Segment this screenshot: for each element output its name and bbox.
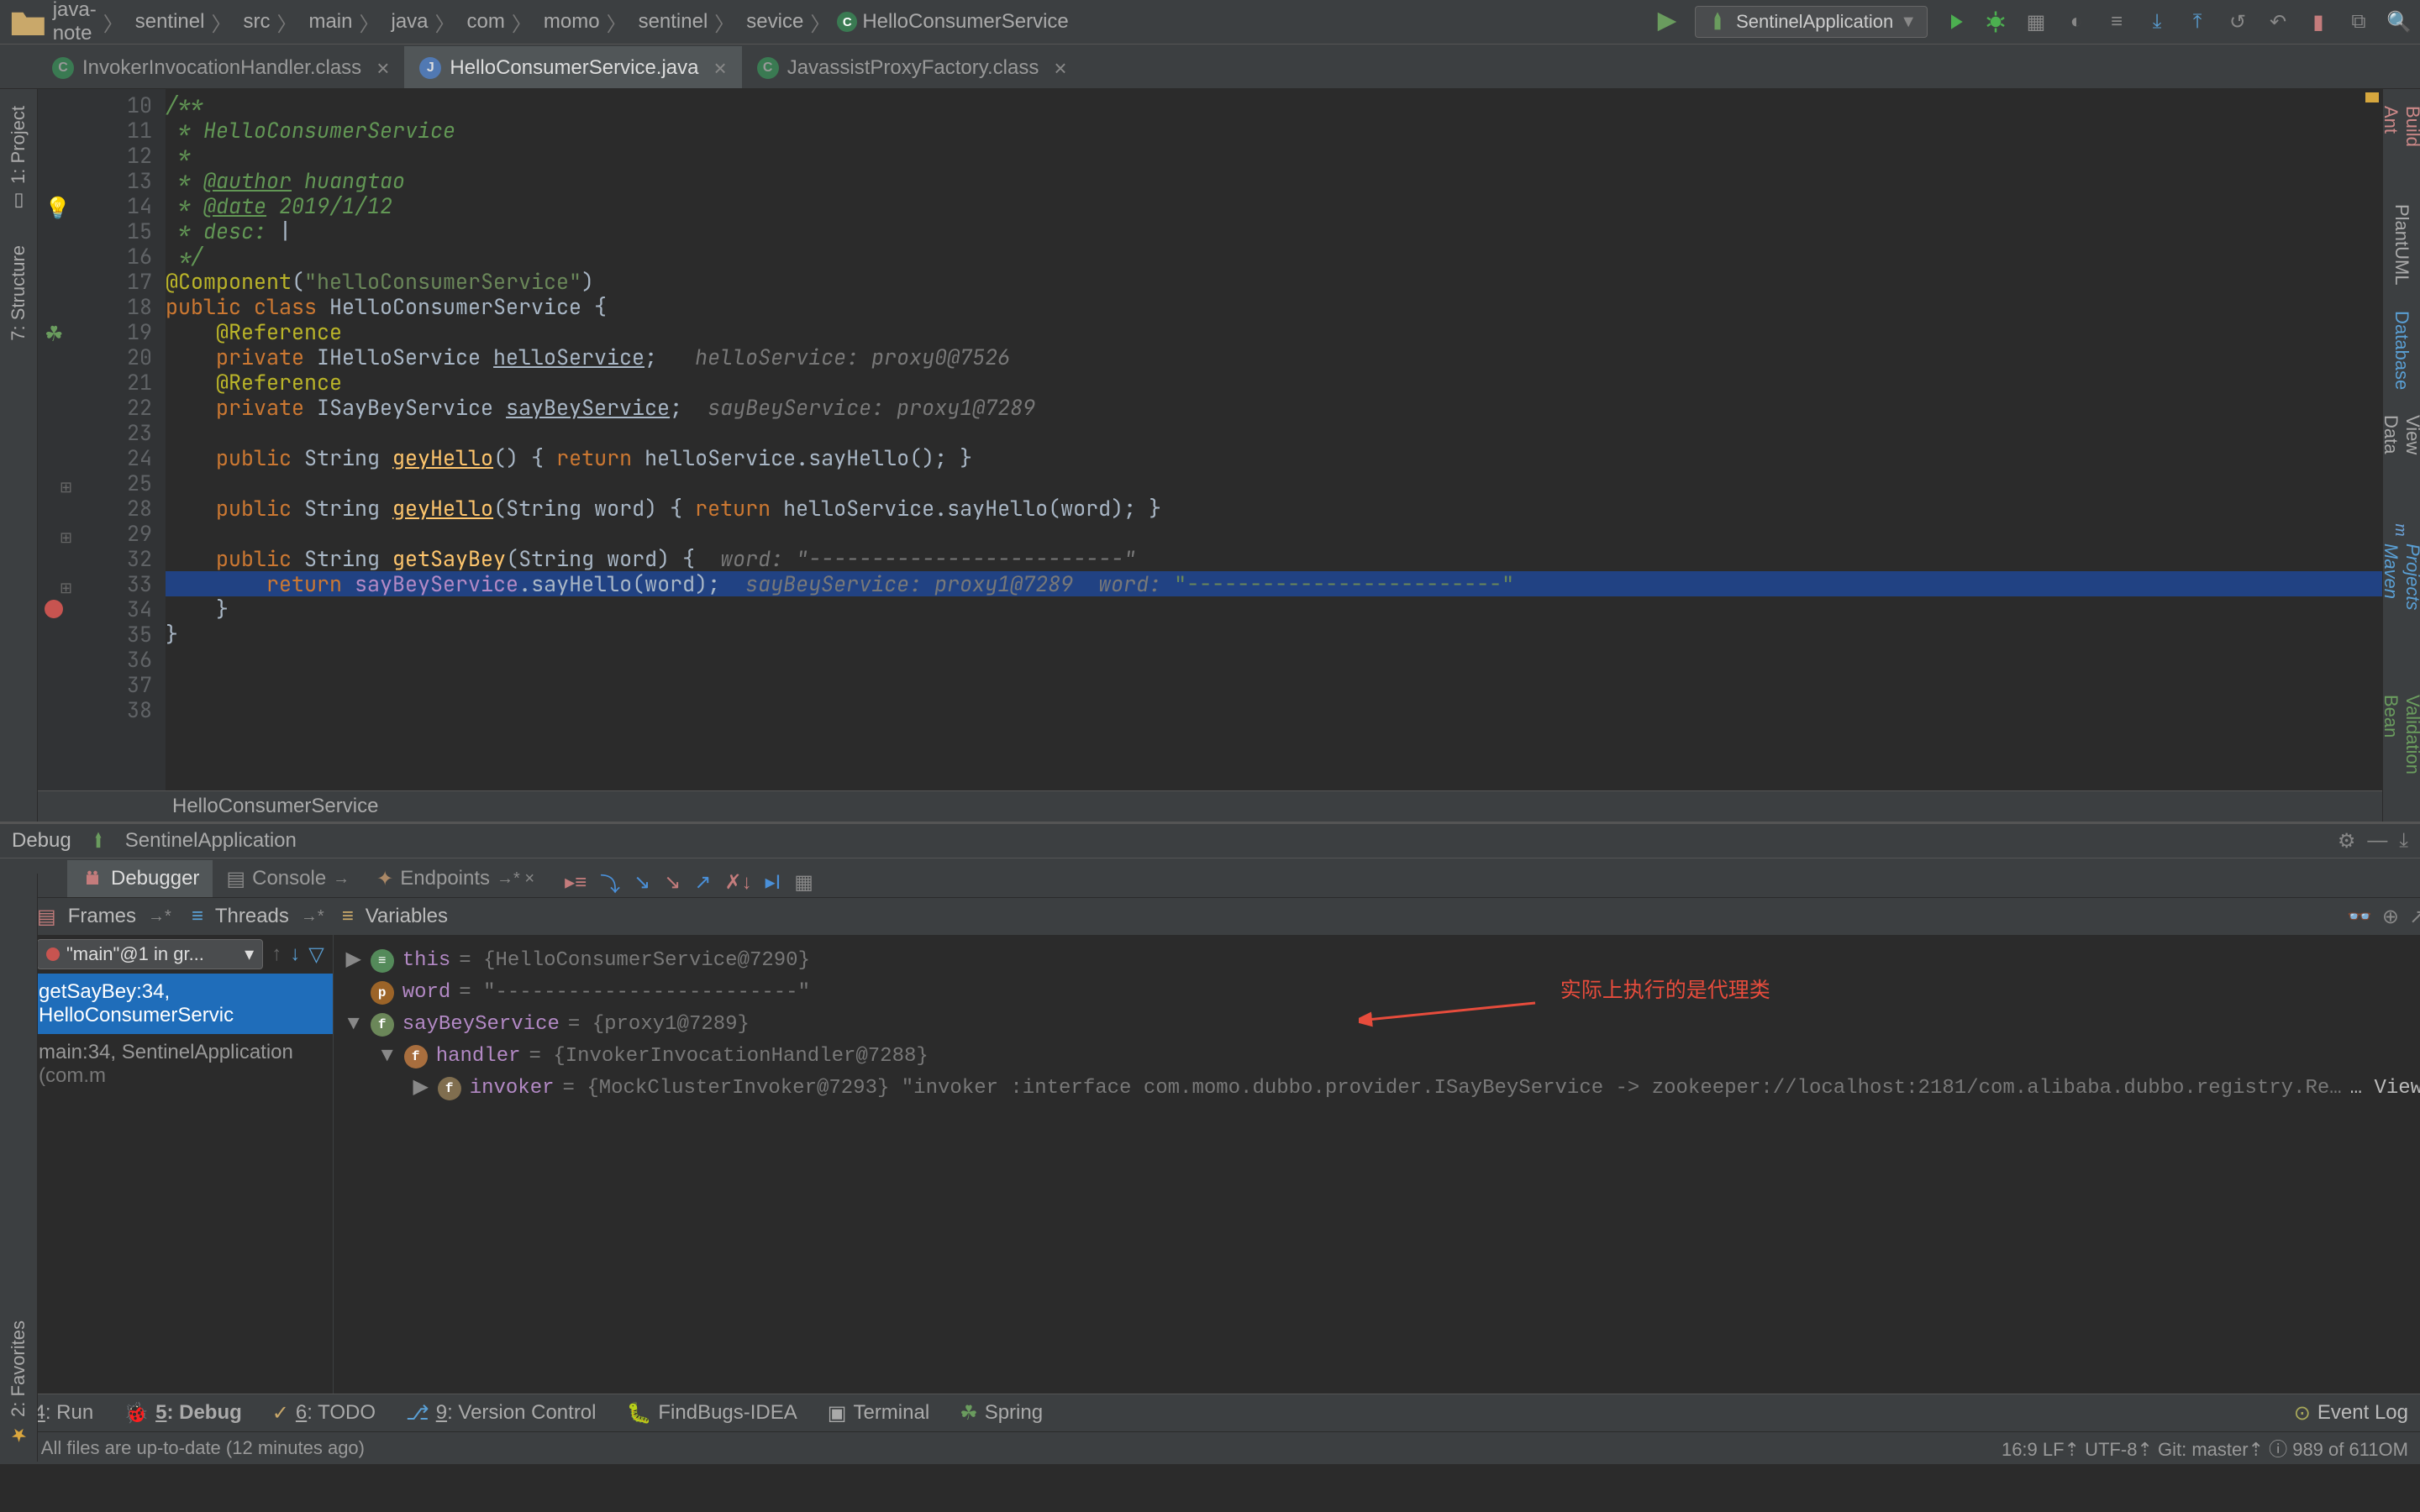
left-tool-strip: ▯ 1: Project 7: Structure	[0, 89, 38, 822]
breadcrumb-item[interactable]: sentinel	[130, 10, 205, 34]
threads-label[interactable]: Threads	[215, 905, 289, 928]
variable-row[interactable]: ▶f invoker = {MockClusterInvoker@7293} "…	[345, 1073, 2420, 1105]
stop-icon[interactable]: ≡	[2104, 9, 2129, 34]
step-into-icon[interactable]: ↘	[634, 870, 650, 895]
frames-panel: ▤Frames→* ≡Threads→* "main"@1 in gr... ▾…	[29, 898, 334, 1394]
editor-tabs: CInvokerInvocationHandler.class×JHelloCo…	[0, 45, 2420, 89]
navigation-bar: java-note〉sentinel〉src〉main〉java〉com〉mom…	[0, 0, 2420, 45]
tab-debugger[interactable]: Debugger	[67, 860, 213, 897]
breadcrumb-item[interactable]: momo	[539, 10, 600, 34]
run-to-cursor-icon[interactable]: ▸I	[765, 870, 781, 895]
run-icon[interactable]	[1943, 9, 1968, 34]
close-icon[interactable]: ×	[714, 55, 727, 81]
bottom-tool-button[interactable]: ▣Terminal	[828, 1401, 929, 1425]
search-icon[interactable]: 🔍	[2386, 9, 2412, 34]
bottom-tool-bar: ▶4: Run🐞5: Debug✓6: TODO⎇9: Version Cont…	[0, 1394, 2420, 1431]
ant-build-tool[interactable]: Ant Build	[2380, 106, 2420, 179]
debug-config-label: SentinelApplication	[125, 829, 297, 853]
bottom-tool-button[interactable]: 🐛FindBugs-IDEA	[626, 1401, 797, 1425]
prev-frame-icon[interactable]: ↑	[271, 942, 281, 966]
structure-tool[interactable]: 7: Structure	[8, 245, 29, 341]
debug-tabs: ↻ Debugger ▤Console→ ✦Endpoints→* × ▸≡ ⤵…	[0, 858, 2420, 898]
variable-row[interactable]: p word = "-------------------------"	[345, 977, 2420, 1009]
new-watch-icon[interactable]: ⊕	[2382, 905, 2399, 929]
git-pull-icon[interactable]: ⤓	[2144, 9, 2170, 34]
git-push-icon[interactable]: ⤒	[2185, 9, 2210, 34]
filter-icon[interactable]: ▽	[308, 942, 324, 967]
breadcrumb-item[interactable]: main	[303, 10, 352, 34]
frames-label[interactable]: Frames	[68, 905, 136, 928]
debug-title: Debug	[12, 829, 71, 853]
run-configuration-selector[interactable]: SentinelApplication ▼	[1695, 6, 1928, 38]
editor-tab[interactable]: CInvokerInvocationHandler.class×	[37, 46, 404, 88]
close-icon[interactable]: ×	[376, 55, 389, 81]
breadcrumb-item[interactable]: sentinel	[634, 10, 708, 34]
tab-endpoints[interactable]: ✦Endpoints→* ×	[363, 860, 548, 897]
variable-row[interactable]: ▼f sayBeyService = {proxy1@7289}	[345, 1009, 2420, 1041]
tab-console[interactable]: ▤Console→	[213, 860, 363, 897]
revert-icon[interactable]: ↶	[2265, 9, 2291, 34]
editor-tab[interactable]: CJavassistProxyFactory.class×	[742, 46, 1082, 88]
status-right: 16:9 LF⇡ UTF-8⇡ Git: master⇡ ⓘ 989 of 61…	[2002, 1435, 2408, 1462]
debug-icon[interactable]	[1983, 9, 2008, 34]
event-log-button[interactable]: ⊙Event Log	[2294, 1401, 2408, 1425]
class-breadcrumb: HelloConsumerService	[38, 790, 2382, 822]
bottom-tool-button[interactable]: ☘Spring	[960, 1401, 1043, 1425]
settings-icon[interactable]: ▮	[2306, 9, 2331, 34]
structure-icon[interactable]: ⧉	[2346, 9, 2371, 34]
project-tool[interactable]: ▯ 1: Project	[8, 106, 29, 212]
close-icon[interactable]: ×	[1054, 55, 1066, 81]
history-icon[interactable]: ↺	[2225, 9, 2250, 34]
variables-panel: ≡Variables 👓 ⊕ ↗ ▶≡ this = {HelloConsume…	[334, 898, 2420, 1394]
bottom-tool-button[interactable]: ✓6: TODO	[272, 1401, 376, 1425]
stack-frame[interactable]: main:34, SentinelApplication (com.m	[29, 1034, 333, 1095]
gear-icon[interactable]: ⚙	[2338, 829, 2356, 853]
status-message: All files are up-to-date (12 minutes ago…	[41, 1437, 365, 1459]
breadcrumb-item[interactable]: com	[462, 10, 505, 34]
annotation-text: 实际上执行的是代理类	[1560, 974, 1770, 1004]
coverage-icon[interactable]: ▦	[2023, 9, 2049, 34]
run-config-label: SentinelApplication	[1736, 11, 1893, 33]
force-step-into-icon[interactable]: ↘	[664, 870, 681, 895]
debug-panel-header: Debug SentinelApplication ⚙ — ⤓	[0, 822, 2420, 858]
favorites-tool[interactable]: ★ 2: Favorites	[8, 1320, 29, 1445]
debug-step-toolbar: ▸≡ ⤵ ↘ ↘ ↗ ✗↓ ▸I ▦	[565, 868, 813, 897]
error-stripe-marker	[2365, 92, 2379, 102]
plantuml-tool[interactable]: PlantUML	[2391, 204, 2412, 286]
breadcrumbs: java-note〉sentinel〉src〉main〉java〉com〉mom…	[8, 0, 1069, 45]
build-icon[interactable]	[1655, 9, 1680, 34]
step-over-icon[interactable]: ⤵	[600, 868, 620, 897]
minimize-icon[interactable]: —	[2367, 829, 2387, 853]
bottom-tool-button[interactable]: ⎇9: Version Control	[406, 1401, 596, 1425]
database-tool[interactable]: Database	[2391, 311, 2412, 390]
hide-icon[interactable]: ⤓	[2399, 829, 2408, 853]
show-exec-point-icon[interactable]: ▸≡	[565, 870, 587, 895]
variable-row[interactable]: ▼f handler = {InvokerInvocationHandler@7…	[345, 1041, 2420, 1073]
editor-tab[interactable]: JHelloConsumerService.java×	[404, 46, 741, 88]
stack-frame[interactable]: getSayBey:34, HelloConsumerServic	[29, 974, 333, 1034]
breadcrumb-item[interactable]: java-note	[8, 0, 97, 45]
variable-row[interactable]: ▶≡ this = {HelloConsumerService@7290}	[345, 945, 2420, 977]
evaluate-icon[interactable]: ▦	[794, 870, 813, 895]
status-bar: ▢ All files are up-to-date (12 minutes a…	[0, 1431, 2420, 1464]
dataview-tool[interactable]: Data View	[2380, 415, 2420, 498]
maven-tool[interactable]: m Maven Projects	[2380, 523, 2420, 669]
bean-validation-tool[interactable]: Bean Validation	[2380, 695, 2420, 822]
right-tool-strip: Ant Build PlantUML Database Data View m …	[2382, 89, 2420, 822]
breadcrumb-item[interactable]: src	[238, 10, 270, 34]
step-out-icon[interactable]: ↗	[694, 870, 711, 895]
thread-selector[interactable]: "main"@1 in gr... ▾	[37, 939, 263, 969]
breadcrumb-item[interactable]: java	[387, 10, 429, 34]
breadcrumb-item[interactable]: sevice	[741, 10, 803, 34]
breadcrumb-item[interactable]: CHelloConsumerService	[837, 10, 1068, 34]
profile-icon[interactable]: ◐	[2064, 9, 2089, 34]
variables-label: Variables	[366, 905, 448, 928]
drop-frame-icon[interactable]: ✗↓	[724, 870, 751, 895]
code-editor[interactable]: 💡☘⊞⊞⊞ 1011121314151617181920212223242528…	[38, 89, 2382, 790]
bottom-tool-button[interactable]: 🐞5: Debug	[124, 1401, 242, 1425]
next-frame-icon[interactable]: ↓	[290, 942, 300, 966]
watches-icon[interactable]: 👓	[2347, 905, 2372, 929]
toolbar-actions: SentinelApplication ▼ ▦ ◐ ≡ ⤓ ⤒ ↺ ↶ ▮ ⧉ …	[1655, 6, 2412, 38]
expand-icon[interactable]: ↗	[2409, 905, 2420, 929]
